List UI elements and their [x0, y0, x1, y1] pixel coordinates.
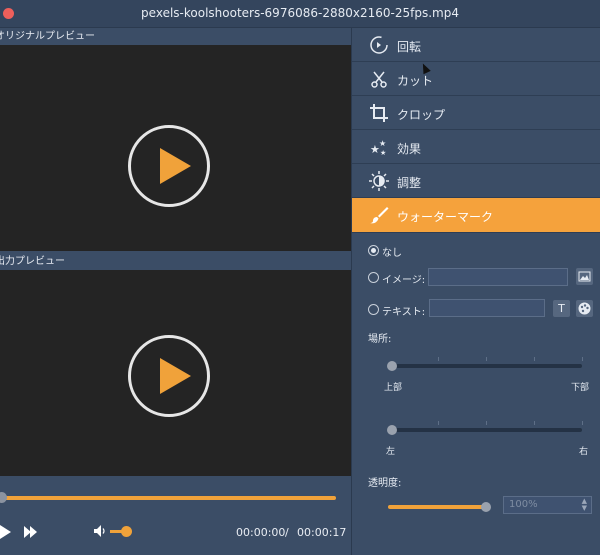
- opacity-stepper[interactable]: 100% ▲ ▼: [503, 496, 592, 514]
- fast-forward-icon[interactable]: [24, 526, 38, 538]
- menu-item-watermark[interactable]: ウォーターマーク: [352, 198, 600, 233]
- scissors-icon: [371, 71, 387, 88]
- image-browse-button[interactable]: [576, 268, 593, 285]
- volume-icon[interactable]: [93, 524, 109, 538]
- horizontal-position-handle[interactable]: [387, 425, 397, 435]
- color-button[interactable]: [576, 300, 593, 317]
- stepper-arrows-icon[interactable]: ▲ ▼: [582, 498, 587, 512]
- play-icon: [160, 358, 191, 394]
- none-label: なし: [382, 248, 402, 259]
- radio-none[interactable]: [368, 245, 379, 256]
- title-bar: pexels-koolshooters-6976086-2880x2160-25…: [0, 0, 600, 28]
- original-preview-label: オリジナルプレビュー: [0, 31, 95, 42]
- rotate-icon: [370, 36, 388, 54]
- adjust-icon: [369, 171, 389, 191]
- right-label: 右: [579, 447, 589, 457]
- position-label: 場所:: [368, 334, 392, 345]
- original-preview-video[interactable]: [0, 45, 351, 251]
- opacity-label: 透明度:: [368, 478, 402, 489]
- menu-item-adjust[interactable]: 調整: [352, 164, 600, 198]
- palette-icon: [578, 302, 591, 315]
- total-time: 00:00:17: [297, 526, 347, 539]
- volume-handle[interactable]: [121, 526, 132, 537]
- font-icon: T: [558, 302, 565, 315]
- svg-text:★: ★: [380, 149, 386, 157]
- opacity-slider[interactable]: [388, 505, 486, 509]
- svg-text:★: ★: [379, 139, 386, 148]
- time-separator: /: [285, 526, 289, 539]
- horizontal-position-slider[interactable]: [390, 428, 582, 432]
- opacity-value: 100%: [509, 499, 538, 510]
- preview-panel: オリジナルプレビュー 出力プレビュー: [0, 28, 351, 555]
- current-time: 00:00:00: [236, 526, 286, 539]
- font-button[interactable]: T: [553, 300, 570, 317]
- crop-icon: [370, 104, 388, 122]
- menu-item-cut[interactable]: カット: [352, 62, 600, 96]
- play-overlay-button[interactable]: [128, 335, 210, 417]
- window-title: pexels-koolshooters-6976086-2880x2160-25…: [141, 6, 459, 20]
- radio-image[interactable]: [368, 272, 379, 283]
- top-label: 上部: [384, 383, 403, 393]
- menu-item-rotate[interactable]: 回転: [352, 28, 600, 62]
- radio-text[interactable]: [368, 304, 379, 315]
- opacity-handle[interactable]: [481, 502, 491, 512]
- text-label: テキスト:: [382, 307, 426, 318]
- vertical-position-slider[interactable]: [390, 364, 582, 368]
- menu-item-crop[interactable]: クロップ: [352, 96, 600, 130]
- seek-bar[interactable]: [0, 492, 336, 503]
- watermark-text-field[interactable]: [429, 299, 545, 317]
- play-icon: [160, 148, 191, 184]
- output-preview-label: 出力プレビュー: [0, 256, 65, 267]
- image-path-field[interactable]: [428, 268, 568, 286]
- vertical-position-handle[interactable]: [387, 361, 397, 371]
- output-preview-video[interactable]: [0, 270, 351, 476]
- play-overlay-button[interactable]: [128, 125, 210, 207]
- image-icon: [578, 271, 591, 282]
- image-label: イメージ:: [382, 275, 426, 286]
- left-label: 左: [386, 447, 396, 457]
- menu-item-effects[interactable]: ★ ★ ★ 効果: [352, 130, 600, 164]
- bottom-label: 下部: [571, 383, 590, 393]
- brush-icon: [370, 207, 389, 224]
- effects-icon: ★ ★ ★: [370, 139, 386, 157]
- play-icon[interactable]: [0, 525, 11, 539]
